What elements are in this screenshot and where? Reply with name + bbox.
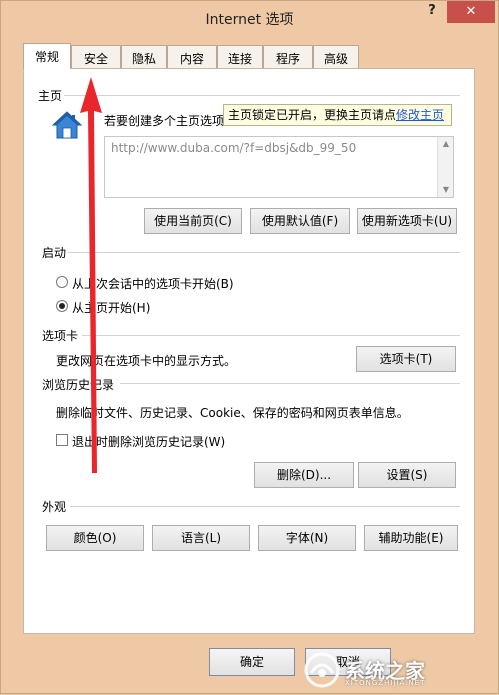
history-divider xyxy=(120,383,460,384)
homepage-url-value: http://www.duba.com/?f=dbsj&db_99_50 xyxy=(111,141,357,155)
appearance-section-label: 外观 xyxy=(42,500,67,514)
tab-connections[interactable]: 连接 xyxy=(217,45,263,69)
use-new-tab-button[interactable]: 使用新选项卡(U) xyxy=(357,208,457,234)
startup-home-label[interactable]: 从主页开始(H) xyxy=(72,299,150,316)
homepage-divider xyxy=(64,95,460,96)
tabs-button[interactable]: 选项卡(T) xyxy=(356,346,456,372)
watermark: 系统之家 XITONGZHIJIA.NET xyxy=(301,651,491,691)
tabs-divider xyxy=(82,335,460,336)
tab-security[interactable]: 安全 xyxy=(71,45,121,69)
homepage-section-label: 主页 xyxy=(38,89,63,103)
appearance-divider xyxy=(70,506,460,507)
fonts-button[interactable]: 字体(N) xyxy=(258,525,356,551)
tooltip-text: 主页锁定已开启，更换主页请点 xyxy=(228,108,397,122)
home-icon xyxy=(51,111,83,139)
url-scrollbar[interactable]: ▲ ▼ xyxy=(437,137,453,197)
help-button[interactable]: ? xyxy=(421,3,443,23)
startup-home-radio[interactable] xyxy=(56,300,68,312)
ok-button[interactable]: 确定 xyxy=(209,648,295,676)
close-button[interactable]: ✕ xyxy=(447,1,495,23)
watermark-logo-icon xyxy=(304,652,340,688)
tabs-section-label: 选项卡 xyxy=(42,329,79,343)
scroll-down-icon[interactable]: ▼ xyxy=(438,183,454,197)
general-tab-panel: 主页 若要创建多个主页选项 http://www.duba.com/?f=dbs… xyxy=(23,68,475,634)
startup-tabs-radio[interactable] xyxy=(56,276,68,288)
homepage-url-input[interactable]: http://www.duba.com/?f=dbsj&db_99_50 ▲ ▼ xyxy=(104,136,454,198)
homepage-lock-tooltip: 主页锁定已开启，更换主页请点修改主页 xyxy=(223,104,452,126)
history-settings-button[interactable]: 设置(S) xyxy=(358,462,456,488)
internet-options-window: Internet 选项 ? ✕ 常规 安全 隐私 内容 连接 程序 高级 主页 … xyxy=(0,0,499,694)
watermark-subtext: XITONGZHIJIA.NET xyxy=(345,679,426,687)
accessibility-button[interactable]: 辅助功能(E) xyxy=(364,525,458,551)
tab-content[interactable]: 内容 xyxy=(167,45,217,69)
startup-tabs-label[interactable]: 从上次会话中的选项卡开始(B) xyxy=(72,275,234,292)
modify-homepage-link[interactable]: 修改主页 xyxy=(396,108,444,122)
title-bar[interactable]: Internet 选项 ? ✕ xyxy=(1,1,498,35)
homepage-description: 若要创建多个主页选项 xyxy=(104,114,225,128)
delete-on-exit-label[interactable]: 退出时删除浏览历史记录(W) xyxy=(72,433,225,450)
use-default-button[interactable]: 使用默认值(F) xyxy=(250,208,350,234)
languages-button[interactable]: 语言(L) xyxy=(152,525,250,551)
startup-divider xyxy=(68,252,460,253)
history-section-label: 浏览历史记录 xyxy=(42,378,115,392)
tab-privacy[interactable]: 隐私 xyxy=(121,45,167,69)
startup-section-label: 启动 xyxy=(42,246,67,260)
use-current-button[interactable]: 使用当前页(C) xyxy=(144,208,242,234)
tab-advanced[interactable]: 高级 xyxy=(313,45,359,69)
delete-on-exit-checkbox[interactable] xyxy=(56,434,68,446)
tabs-description: 更改网页在选项卡中的显示方式。 xyxy=(56,354,237,368)
tab-programs[interactable]: 程序 xyxy=(263,45,313,69)
delete-history-button[interactable]: 删除(D)... xyxy=(254,462,354,488)
tab-general[interactable]: 常规 xyxy=(23,43,71,69)
colors-button[interactable]: 颜色(O) xyxy=(46,525,144,551)
scroll-up-icon[interactable]: ▲ xyxy=(438,137,454,151)
history-description: 删除临时文件、历史记录、Cookie、保存的密码和网页表单信息。 xyxy=(56,406,409,420)
